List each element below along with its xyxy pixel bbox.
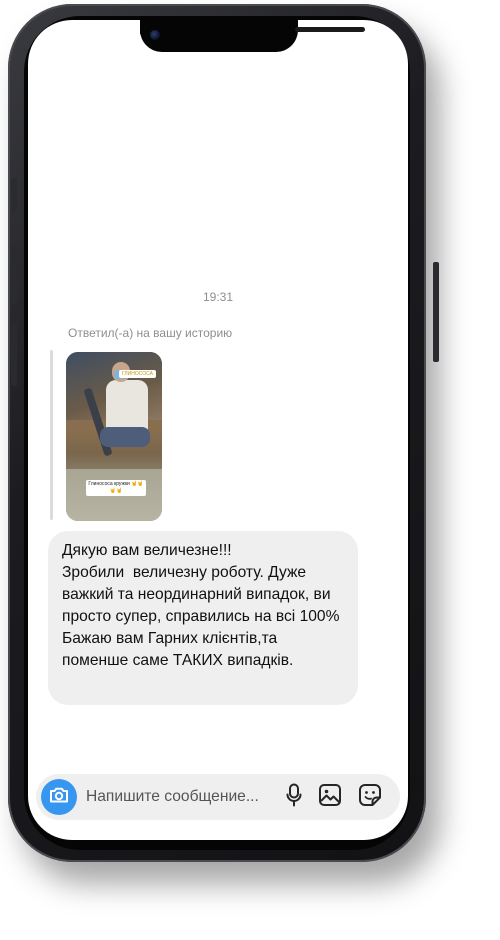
volume-up-button [11,242,17,304]
story-tag: ГЛИНОСОСА [118,370,156,378]
story-reply-label: Ответил(-а) на вашу историю [68,326,233,340]
silent-switch [11,178,17,212]
message-timestamp: 19:31 [202,290,234,304]
story-person-legs [100,427,150,447]
gallery-button[interactable] [318,783,342,812]
notch [140,20,365,52]
message-input[interactable] [86,786,276,808]
power-button [433,262,439,362]
sticker-icon [358,783,382,812]
microphone-button[interactable] [282,783,306,812]
sticker-button[interactable] [358,783,382,812]
microphone-icon [286,783,302,812]
camera-button[interactable] [41,779,77,815]
gallery-icon [318,783,342,812]
story-thumbnail[interactable]: ГЛИНОСОСА Глинососа кружки 🤘🤘🤘🤘 [66,352,162,521]
story-person-body [106,380,148,432]
front-camera [150,30,160,40]
reply-indicator-line [50,350,53,520]
message-composer [36,774,400,820]
speaker-grille [295,27,365,32]
message-bubble[interactable]: Дякую вам величезне!!! Зробили величезну… [48,531,358,705]
story-caption: Глинососа кружки 🤘🤘🤘🤘 [86,480,146,496]
volume-down-button [11,324,17,386]
camera-icon [49,786,69,809]
phone-screen: 19:31 Ответил(-а) на вашу историю ГЛИНОС… [28,20,408,840]
